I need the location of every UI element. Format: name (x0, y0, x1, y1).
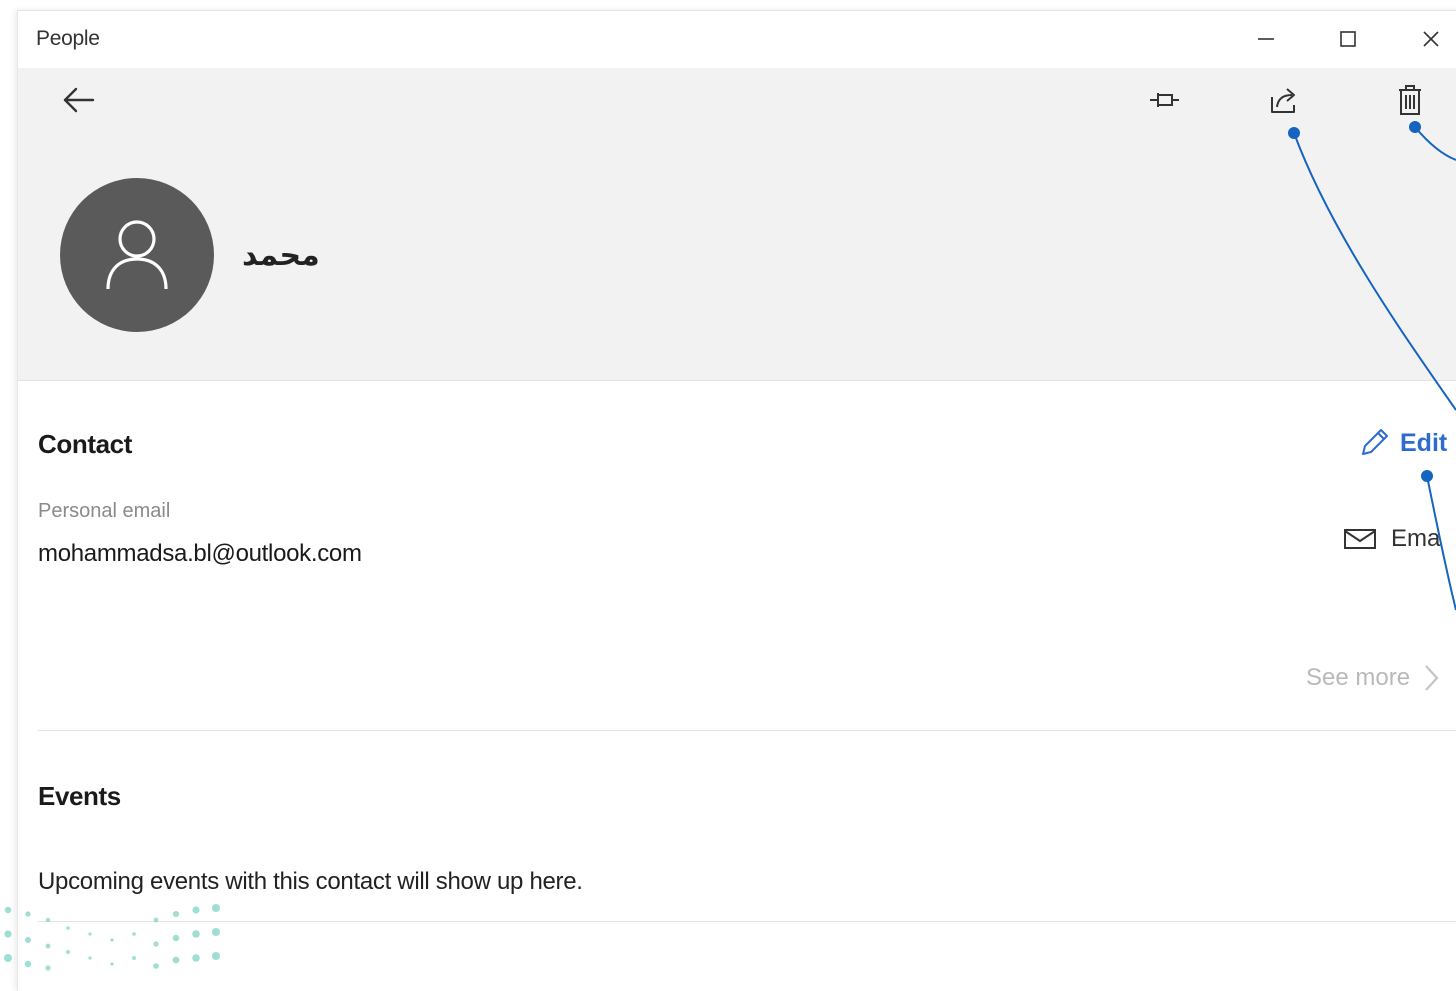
email-value[interactable]: mohammadsa.bl@outlook.com (38, 540, 362, 568)
events-divider (38, 921, 1456, 922)
events-empty-message: Upcoming events with this contact will s… (38, 868, 583, 895)
edit-button[interactable]: Edit (1358, 427, 1447, 459)
see-more-link[interactable]: See more (1306, 663, 1440, 693)
avatar (60, 178, 214, 332)
contact-header: محمد (18, 68, 1456, 381)
close-icon (1423, 31, 1439, 47)
contact-section-title: Contact (38, 429, 132, 459)
minimize-button[interactable] (1244, 21, 1288, 57)
share-button[interactable] (1263, 80, 1307, 120)
title-bar: People (18, 11, 1456, 68)
delete-icon (1399, 85, 1421, 115)
maximize-button[interactable] (1326, 21, 1370, 57)
section-divider (38, 730, 1456, 731)
share-icon (1271, 88, 1295, 113)
app-title: People (36, 27, 100, 50)
minimize-icon (1258, 38, 1274, 40)
maximize-icon (1340, 31, 1356, 47)
back-button[interactable] (54, 80, 104, 120)
events-section-title: Events (38, 781, 121, 811)
email-field-label: Personal email (38, 500, 171, 522)
email-action-label: Ema (1391, 525, 1441, 552)
chevron-right-icon (1425, 665, 1439, 691)
contact-name: محمد (242, 238, 320, 273)
mail-icon (1344, 529, 1376, 549)
delete-button[interactable] (1388, 80, 1432, 120)
people-window: People محمد Contact Edit Personal email … (17, 10, 1456, 991)
email-action-button[interactable]: Ema (1343, 525, 1440, 553)
see-more-label: See more (1306, 664, 1411, 691)
decorative-dots (4, 904, 220, 971)
pencil-icon (1362, 429, 1388, 455)
edit-label: Edit (1400, 428, 1448, 457)
close-button[interactable] (1409, 21, 1453, 57)
person-icon (106, 220, 168, 290)
back-arrow-icon (63, 87, 95, 113)
pin-icon (1150, 93, 1179, 107)
pin-button[interactable] (1143, 80, 1187, 120)
